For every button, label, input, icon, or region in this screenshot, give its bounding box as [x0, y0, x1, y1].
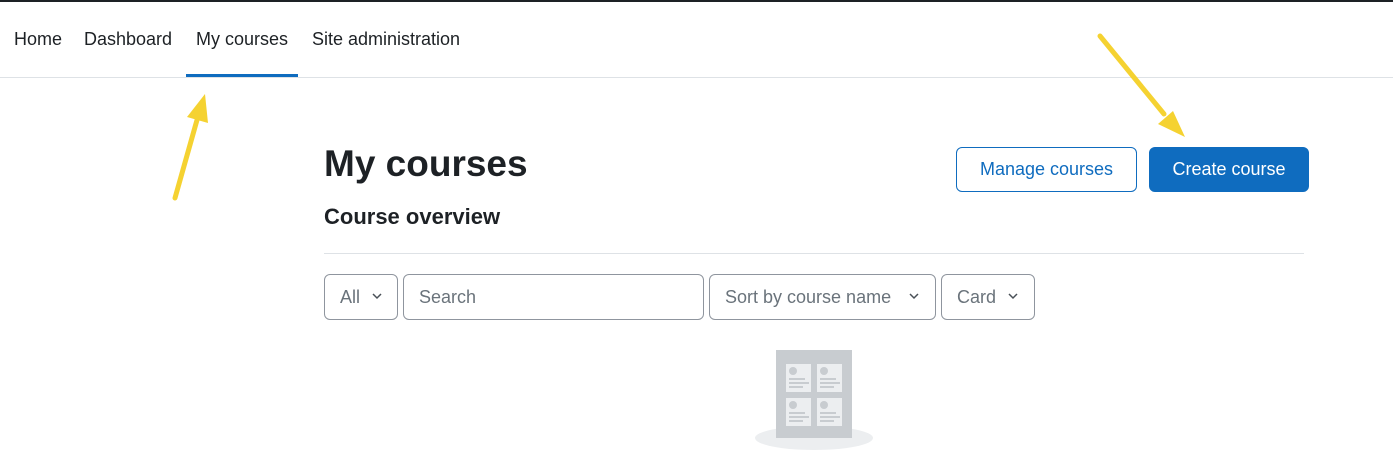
view-mode-label: Card [957, 287, 997, 307]
nav-dashboard[interactable]: Dashboard [84, 2, 172, 77]
annotation-arrow [172, 94, 208, 201]
nav-my-courses[interactable]: My courses [185, 2, 299, 77]
primary-navigation: Home Dashboard My courses Site administr… [0, 2, 1393, 78]
nav-home[interactable]: Home [14, 2, 62, 77]
course-overview-heading: Course overview [324, 204, 501, 229]
manage-courses-button[interactable]: Manage courses [956, 147, 1137, 192]
grouping-filter-dropdown[interactable]: All [324, 274, 398, 320]
section-divider [324, 253, 1304, 254]
empty-courses-illustration [755, 350, 873, 450]
sort-label: Sort by course name [725, 287, 892, 307]
search-input[interactable] [403, 274, 704, 320]
nav-site-administration[interactable]: Site administration [312, 2, 460, 77]
view-mode-dropdown[interactable]: Card [941, 274, 1035, 320]
create-course-button[interactable]: Create course [1149, 147, 1309, 192]
chevron-down-icon [909, 293, 919, 300]
page-title: My courses [324, 143, 528, 184]
chevron-down-icon [1008, 293, 1018, 300]
chevron-down-icon [372, 293, 382, 300]
sort-dropdown[interactable]: Sort by course name [709, 274, 936, 320]
grouping-filter-label: All [340, 287, 361, 307]
